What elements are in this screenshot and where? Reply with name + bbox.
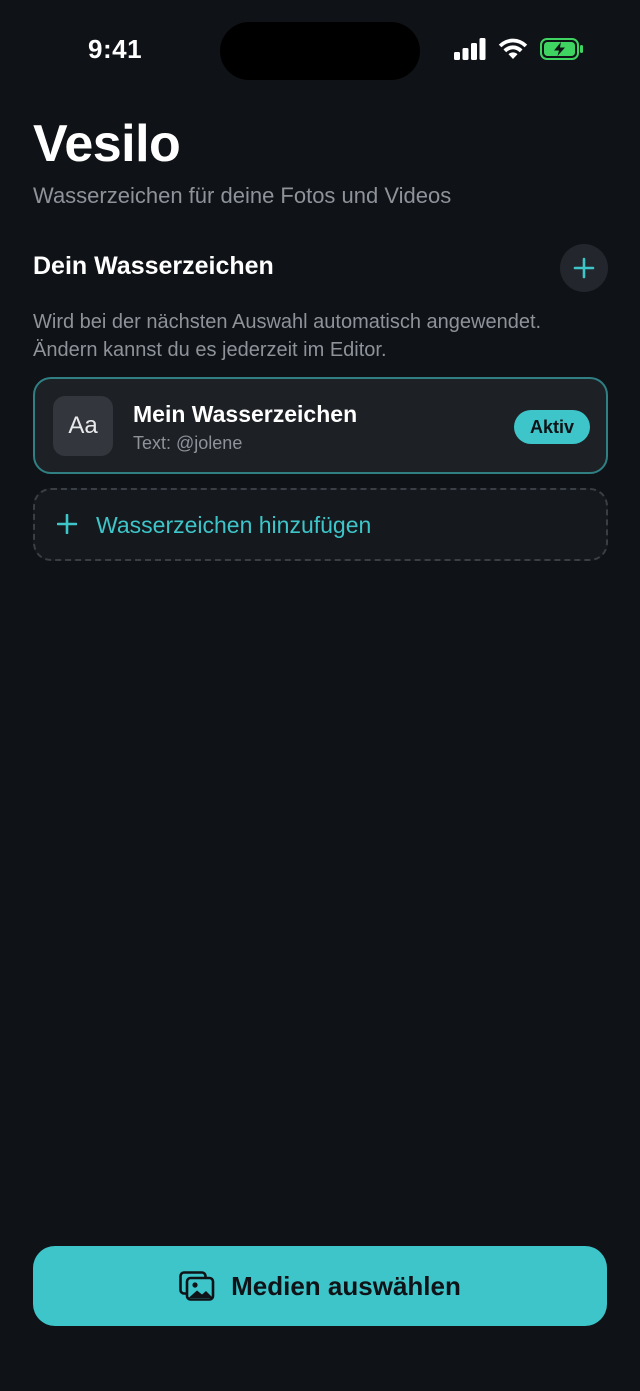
wifi-icon xyxy=(498,38,528,59)
add-watermark-button[interactable]: Wasserzeichen hinzufügen xyxy=(33,488,608,561)
section-description-line-1: Wird bei der nächsten Auswahl automatisc… xyxy=(33,311,542,333)
select-media-button[interactable]: Medien auswählen xyxy=(33,1246,607,1326)
app-title: Vesilo xyxy=(33,115,181,173)
plus-icon xyxy=(57,514,77,534)
watermark-thumbnail: Aa xyxy=(53,396,113,456)
section-description-line-2: Ändern kannst du es jederzeit im Editor. xyxy=(33,339,387,361)
battery-charging-icon xyxy=(540,38,583,60)
section-title: Dein Wasserzeichen xyxy=(33,252,274,280)
section-description: Wird bei der nächsten Auswahl automatisc… xyxy=(33,308,613,364)
watermark-detail: Text: @jolene xyxy=(133,433,243,453)
screen: 9:41 Vesilo Wasserzeichen für deine Foto… xyxy=(0,0,640,1391)
dynamic-island xyxy=(220,22,420,80)
plus-icon xyxy=(573,257,595,279)
watermark-card[interactable]: Aa Mein Wasserzeichen Text: @jolene Akti… xyxy=(33,377,608,474)
cellular-signal-icon xyxy=(454,38,486,60)
photos-icon xyxy=(179,1271,215,1301)
status-icons xyxy=(454,38,584,60)
active-badge: Aktiv xyxy=(514,410,590,444)
select-media-label: Medien auswählen xyxy=(231,1270,461,1301)
add-watermark-circle-button[interactable] xyxy=(560,244,608,292)
watermark-name: Mein Wasserzeichen xyxy=(133,401,358,427)
status-time: 9:41 xyxy=(88,34,143,64)
add-watermark-label: Wasserzeichen hinzufügen xyxy=(96,512,372,538)
app-subtitle: Wasserzeichen für deine Fotos und Videos xyxy=(33,183,452,208)
